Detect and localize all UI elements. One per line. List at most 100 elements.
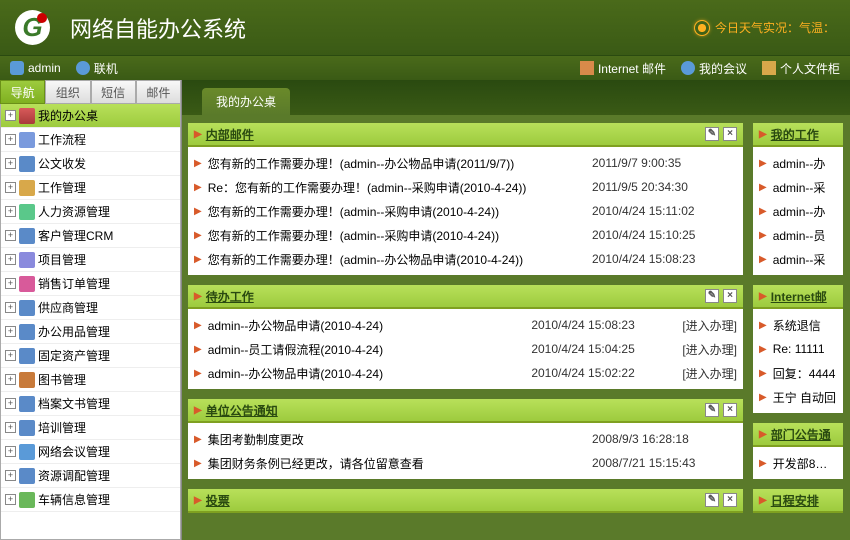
- nav-item-8[interactable]: +供应商管理: [1, 296, 180, 320]
- nav-item-12[interactable]: +档案文书管理: [1, 392, 180, 416]
- panel-title[interactable]: 单位公告通知: [206, 402, 278, 419]
- expand-icon[interactable]: +: [5, 206, 16, 217]
- process-link[interactable]: [进入办理]: [682, 317, 737, 334]
- triangle-icon: ▶: [194, 129, 202, 140]
- close-icon[interactable]: ×: [723, 493, 737, 507]
- close-icon[interactable]: ×: [723, 127, 737, 141]
- edit-icon[interactable]: ✎: [705, 127, 719, 141]
- close-icon[interactable]: ×: [723, 403, 737, 417]
- expand-icon[interactable]: +: [5, 374, 16, 385]
- edit-icon[interactable]: ✎: [705, 493, 719, 507]
- expand-icon[interactable]: +: [5, 302, 16, 313]
- item-date: 2010/4/24 15:11:02: [592, 204, 737, 218]
- weather-info: 今日天气实况：气温：: [695, 19, 835, 36]
- item-text[interactable]: admin--员: [773, 227, 837, 244]
- expand-icon[interactable]: +: [5, 230, 16, 241]
- nav-label: 办公用品管理: [38, 323, 110, 340]
- list-item: ▶admin--采: [759, 175, 837, 199]
- nav-item-5[interactable]: +客户管理CRM: [1, 224, 180, 248]
- item-text[interactable]: 集团考勤制度更改: [208, 431, 586, 448]
- panel-title[interactable]: 待办工作: [206, 288, 254, 305]
- item-text[interactable]: admin--采: [773, 179, 837, 196]
- nav-item-10[interactable]: +固定资产管理: [1, 344, 180, 368]
- list-item: ▶Re: 11111: [759, 337, 837, 361]
- nav-item-4[interactable]: + 人力资源管理: [1, 200, 180, 224]
- item-text[interactable]: Re: 11111: [773, 342, 837, 356]
- item-text[interactable]: 您有新的工作需要办理！(admin--办公物品申请(2011/9/7)): [208, 155, 586, 172]
- panel-title[interactable]: Internet邮: [771, 288, 827, 305]
- close-icon[interactable]: ×: [723, 289, 737, 303]
- expand-icon[interactable]: +: [5, 326, 16, 337]
- item-text[interactable]: 集团财务条例已经更改，请各位留意查看: [208, 455, 586, 472]
- item-text[interactable]: 您有新的工作需要办理！(admin--采购申请(2010-4-24)): [208, 203, 586, 220]
- my-meeting[interactable]: 我的会议: [681, 60, 747, 77]
- nav-item-1[interactable]: +工作流程: [1, 128, 180, 152]
- bullet-icon: ▶: [194, 254, 202, 265]
- panel-internet: ▶Internet邮 ▶系统退信▶Re: 11111▶回复：4444▶王宁 自动…: [753, 285, 843, 413]
- list-item: ▶admin--办公物品申请(2010-4-24)2010/4/24 15:02…: [194, 361, 737, 385]
- panel-title[interactable]: 部门公告通: [771, 426, 831, 443]
- item-text[interactable]: 系统退信: [773, 317, 837, 334]
- expand-icon[interactable]: +: [5, 494, 16, 505]
- nav-item-2[interactable]: +公文收发: [1, 152, 180, 176]
- nav-item-11[interactable]: +图书管理: [1, 368, 180, 392]
- expand-icon[interactable]: +: [5, 470, 16, 481]
- expand-icon[interactable]: +: [5, 350, 16, 361]
- bullet-icon: ▶: [759, 206, 767, 217]
- item-text[interactable]: 开发部8月份: [773, 455, 837, 472]
- list-item: ▶集团财务条例已经更改，请各位留意查看2008/7/21 15:15:43: [194, 451, 737, 475]
- item-text[interactable]: admin--办: [773, 203, 837, 220]
- online-status[interactable]: 联机: [76, 60, 118, 77]
- nav-item-9[interactable]: + 办公用品管理: [1, 320, 180, 344]
- item-text[interactable]: admin--采: [773, 251, 837, 268]
- internet-mail[interactable]: Internet 邮件: [580, 60, 666, 77]
- item-text[interactable]: admin--员工请假流程(2010-4-24): [208, 341, 526, 358]
- panel-title[interactable]: 我的工作: [771, 126, 819, 143]
- sidebar-tab-3[interactable]: 邮件: [136, 80, 181, 104]
- nav-item-13[interactable]: +培训管理: [1, 416, 180, 440]
- list-item: ▶王宁 自动回: [759, 385, 837, 409]
- expand-icon[interactable]: +: [5, 134, 16, 145]
- panel-title[interactable]: 日程安排: [771, 492, 819, 509]
- item-text[interactable]: admin--办: [773, 155, 837, 172]
- app-title: 网络自能办公系统: [70, 12, 246, 44]
- sidebar-tab-0[interactable]: 导航: [0, 80, 45, 104]
- tab-my-desktop[interactable]: 我的办公桌: [202, 88, 290, 115]
- expand-icon[interactable]: +: [5, 422, 16, 433]
- edit-icon[interactable]: ✎: [705, 289, 719, 303]
- expand-icon[interactable]: +: [5, 446, 16, 457]
- process-link[interactable]: [进入办理]: [682, 341, 737, 358]
- personal-cabinet[interactable]: 个人文件柜: [762, 60, 840, 77]
- panel-title[interactable]: 内部邮件: [206, 126, 254, 143]
- expand-icon[interactable]: +: [5, 110, 16, 121]
- edit-icon[interactable]: ✎: [705, 403, 719, 417]
- panel-title[interactable]: 投票: [206, 492, 230, 509]
- sidebar-tab-1[interactable]: 组织: [45, 80, 90, 104]
- item-text[interactable]: 回复：4444: [773, 365, 837, 382]
- nav-item-3[interactable]: +工作管理: [1, 176, 180, 200]
- expand-icon[interactable]: +: [5, 398, 16, 409]
- expand-icon[interactable]: +: [5, 158, 16, 169]
- nav-item-7[interactable]: +销售订单管理: [1, 272, 180, 296]
- expand-icon[interactable]: +: [5, 182, 16, 193]
- nav-item-15[interactable]: +资源调配管理: [1, 464, 180, 488]
- expand-icon[interactable]: +: [5, 254, 16, 265]
- nav-item-6[interactable]: + 项目管理: [1, 248, 180, 272]
- nav-label: 人力资源管理: [38, 203, 110, 220]
- nav-item-0[interactable]: +我的办公桌: [1, 104, 180, 128]
- expand-icon[interactable]: +: [5, 278, 16, 289]
- nav-item-16[interactable]: +车辆信息管理: [1, 488, 180, 512]
- list-item: ▶ admin--办: [759, 199, 837, 223]
- item-text[interactable]: 您有新的工作需要办理！(admin--采购申请(2010-4-24)): [208, 227, 586, 244]
- item-text[interactable]: admin--办公物品申请(2010-4-24): [208, 317, 526, 334]
- item-text[interactable]: Re：您有新的工作需要办理！(admin--采购申请(2010-4-24)): [208, 179, 586, 196]
- nav-item-14[interactable]: +网络会议管理: [1, 440, 180, 464]
- bullet-icon: ▶: [194, 434, 202, 445]
- process-link[interactable]: [进入办理]: [682, 365, 737, 382]
- sidebar-tab-2[interactable]: 短信: [91, 80, 136, 104]
- nav-label: 项目管理: [38, 251, 86, 268]
- item-text[interactable]: admin--办公物品申请(2010-4-24): [208, 365, 526, 382]
- admin-user[interactable]: admin: [10, 61, 61, 75]
- item-text[interactable]: 您有新的工作需要办理！(admin--办公物品申请(2010-4-24)): [208, 251, 586, 268]
- item-text[interactable]: 王宁 自动回: [773, 389, 837, 406]
